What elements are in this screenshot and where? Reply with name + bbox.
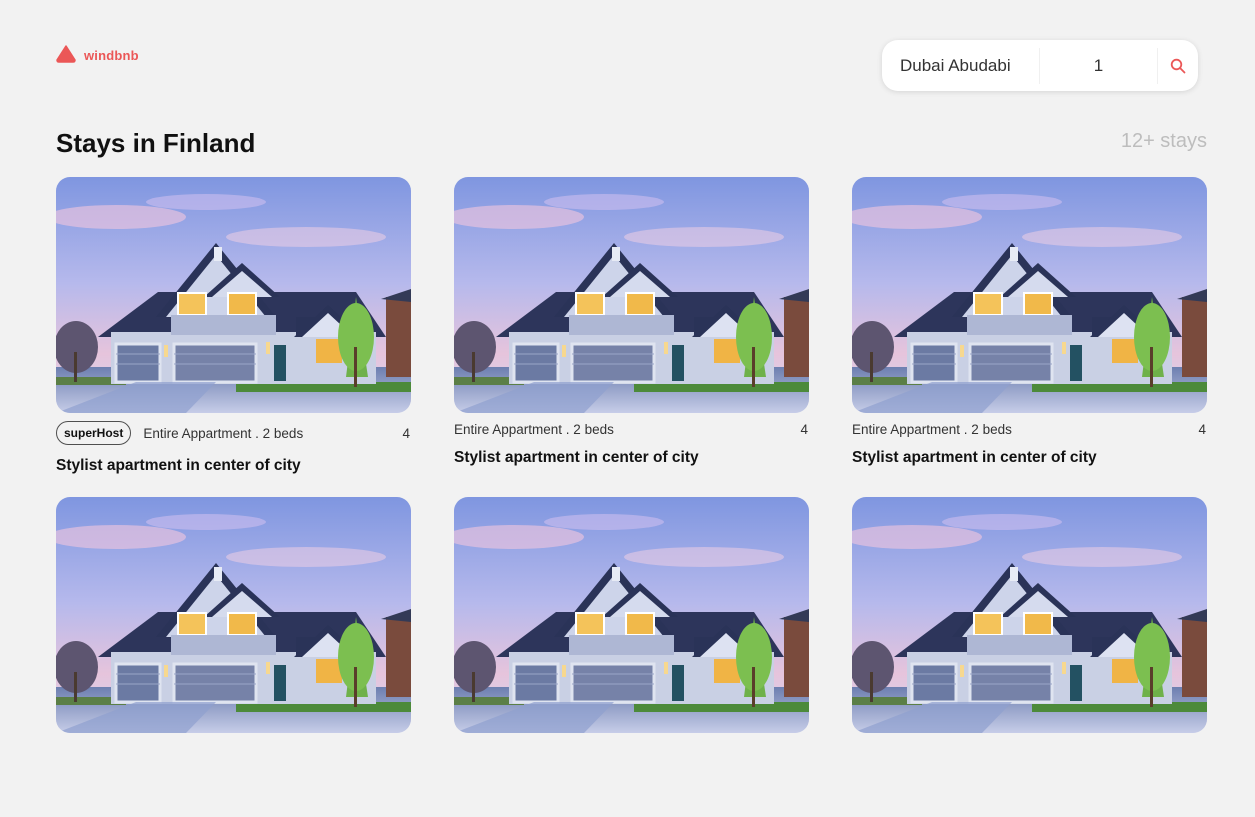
stay-photo[interactable] — [56, 497, 411, 733]
guests-field[interactable]: 1 — [1040, 47, 1158, 84]
stay-rating: 4 — [1198, 421, 1206, 437]
stay-photo[interactable] — [454, 497, 809, 733]
stay-meta: Entire Appartment . 2 beds 4 — [852, 413, 1207, 445]
stay-type: Entire Appartment . 2 beds — [454, 421, 614, 437]
stay-photo[interactable] — [454, 177, 809, 413]
stay-card[interactable]: Entire Appartment . 2 beds 4 Stylist apa… — [454, 177, 809, 497]
stay-meta: superHost Entire Appartment . 2 beds 4 — [56, 413, 411, 453]
search-button[interactable] — [1158, 48, 1198, 84]
stay-meta: Entire Appartment . 2 beds 4 — [454, 413, 809, 445]
stay-card[interactable] — [454, 497, 809, 817]
stay-photo[interactable] — [56, 177, 411, 413]
stay-type: Entire Appartment . 2 beds — [852, 421, 1012, 437]
superhost-badge: superHost — [56, 421, 132, 445]
search-icon — [1170, 58, 1186, 73]
stay-title: Stylist apartment in center of city — [56, 457, 301, 474]
stay-photo[interactable] — [852, 177, 1207, 413]
page-title: Stays in Finland — [56, 128, 256, 158]
brand-logo[interactable]: windbnb — [56, 45, 139, 63]
stay-photo[interactable] — [852, 497, 1207, 733]
location-field[interactable]: Dubai Abudabi — [882, 47, 1040, 84]
stay-title: Stylist apartment in center of city — [852, 449, 1097, 466]
stay-title: Stylist apartment in center of city — [454, 449, 699, 466]
logo-icon — [56, 45, 76, 63]
stays-grid: superHost Entire Appartment . 2 beds 4 S… — [56, 177, 1207, 817]
stay-card[interactable] — [852, 497, 1207, 817]
brand-name: windbnb — [84, 48, 139, 63]
stay-card[interactable]: Entire Appartment . 2 beds 4 Stylist apa… — [852, 177, 1207, 497]
search-bar[interactable]: Dubai Abudabi 1 — [882, 40, 1198, 91]
stay-card[interactable]: superHost Entire Appartment . 2 beds 4 S… — [56, 177, 411, 497]
stays-count: 12+ stays — [1120, 130, 1207, 152]
stay-rating: 4 — [800, 421, 808, 437]
stay-card[interactable] — [56, 497, 411, 817]
stay-type: Entire Appartment . 2 beds — [143, 425, 304, 441]
stay-rating: 4 — [402, 425, 410, 441]
